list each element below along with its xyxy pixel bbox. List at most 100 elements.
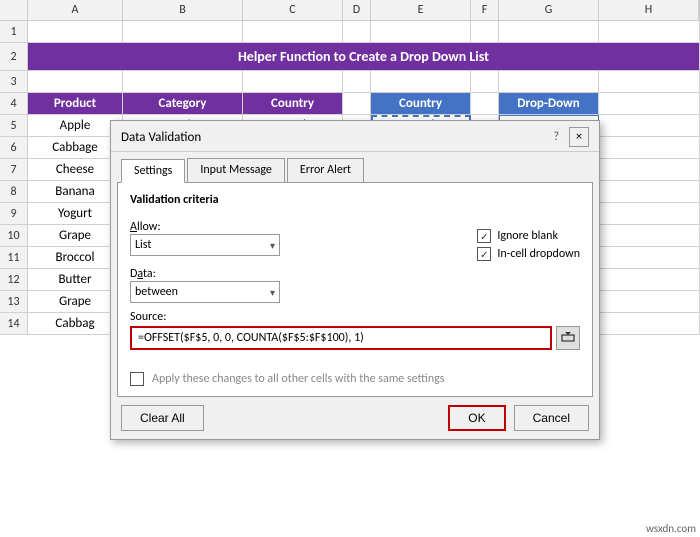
table-row: 1 [0, 21, 700, 43]
source-input[interactable]: =OFFSET($F$5, 0, 0, COUNTA($F$5:$F$100),… [130, 326, 552, 350]
cell-d1[interactable] [343, 21, 371, 42]
ignore-blank-checkbox[interactable]: ✓ [477, 229, 491, 243]
cell-c1[interactable] [243, 21, 343, 42]
source-collapse-button[interactable] [556, 326, 580, 350]
in-cell-dropdown-checkbox[interactable]: ✓ [477, 247, 491, 261]
cell-rest13[interactable] [599, 291, 700, 312]
col-header-d: D [343, 0, 371, 20]
dialog-question-mark[interactable]: ? [553, 130, 559, 144]
dropdown-header-label: Drop-Down [517, 96, 579, 111]
cell-rest8[interactable] [599, 181, 700, 202]
dialog-footer: Clear All OK Cancel [111, 397, 599, 439]
row-num: 4 [0, 93, 28, 114]
row-num: 2 [0, 43, 28, 70]
tab-error-alert[interactable]: Error Alert [287, 158, 364, 182]
row-num: 11 [0, 247, 28, 268]
source-section: Source: =OFFSET($F$5, 0, 0, COUNTA($F$5:… [130, 309, 580, 350]
cell-h1[interactable] [599, 21, 700, 42]
cell-rest6[interactable] [599, 137, 700, 158]
dialog-body: Validation criteria Allow: List ▾ ✓ Igno… [117, 182, 593, 397]
cell-b9[interactable]: Yogurt [28, 203, 123, 224]
row-num: 12 [0, 269, 28, 290]
col-header-b: B [123, 0, 243, 20]
dialog-close-button[interactable]: × [569, 127, 589, 147]
cancel-button[interactable]: Cancel [514, 405, 589, 431]
tab-settings[interactable]: Settings [121, 159, 185, 183]
cell-e4[interactable] [343, 93, 371, 114]
cell-b3[interactable] [123, 71, 243, 92]
data-label: Data: [130, 267, 280, 281]
cell-a3[interactable] [28, 71, 123, 92]
row-num: 10 [0, 225, 28, 246]
country-header-label: Country [271, 96, 314, 111]
row-num: 3 [0, 71, 28, 92]
cell-b11[interactable]: Broccol [28, 247, 123, 268]
source-value-text: =OFFSET($F$5, 0, 0, COUNTA($F$5:$F$100),… [138, 331, 364, 345]
clear-all-button[interactable]: Clear All [121, 405, 204, 431]
cell-rest12[interactable] [599, 269, 700, 290]
cell-b7[interactable]: Cheese [28, 159, 123, 180]
validation-criteria-title: Validation criteria [130, 193, 580, 207]
cell-e1[interactable] [371, 21, 471, 42]
cell-b1[interactable] [123, 21, 243, 42]
cell-d3[interactable] [343, 71, 371, 92]
title-cell: Helper Function to Create a Drop Down Li… [28, 43, 700, 70]
cell-rest10[interactable] [599, 225, 700, 246]
cell-f3[interactable] [471, 71, 499, 92]
row-num: 8 [0, 181, 28, 202]
cell-rest14[interactable] [599, 313, 700, 334]
watermark: wsxdn.com [646, 522, 696, 535]
allow-row: Allow: List ▾ ✓ Ignore blank ✓ In-cell d… [130, 215, 580, 261]
row-num: 6 [0, 137, 28, 158]
col-header-c: C [243, 0, 343, 20]
cell-b14[interactable]: Cabbag [28, 313, 123, 334]
cell-e3[interactable] [371, 71, 471, 92]
apply-label: Apply these changes to all other cells w… [152, 372, 444, 386]
row-num: 5 [0, 115, 28, 136]
cell-f1[interactable] [471, 21, 499, 42]
cell-a1[interactable] [28, 21, 123, 42]
allow-select-arrow: ▾ [270, 239, 275, 252]
cell-rest7[interactable] [599, 159, 700, 180]
cell-rest5[interactable] [599, 115, 700, 136]
tab-input-message[interactable]: Input Message [187, 158, 285, 182]
ok-button[interactable]: OK [448, 405, 505, 431]
dialog-controls: ? × [553, 127, 589, 147]
row-num: 13 [0, 291, 28, 312]
cell-rest9[interactable] [599, 203, 700, 224]
cell-c3[interactable] [243, 71, 343, 92]
data-select-arrow: ▾ [270, 286, 275, 299]
dialog-titlebar: Data Validation ? × [111, 121, 599, 152]
source-input-row: =OFFSET($F$5, 0, 0, COUNTA($F$5:$F$100),… [130, 326, 580, 350]
cell-g4[interactable] [471, 93, 499, 114]
data-select[interactable]: between ▾ [130, 281, 280, 303]
header-country2: Country [371, 93, 471, 114]
cell-g3[interactable] [499, 71, 599, 92]
cell-b5[interactable]: Apple [28, 115, 123, 136]
cell-b8[interactable]: Banana [28, 181, 123, 202]
cell-b13[interactable]: Grape [28, 291, 123, 312]
allow-select[interactable]: List ▾ [130, 234, 280, 256]
cell-b12[interactable]: Butter [28, 269, 123, 290]
dialog-title: Data Validation [121, 130, 201, 145]
cell-g1[interactable] [499, 21, 599, 42]
ignore-blank-label: Ignore blank [497, 229, 558, 243]
apply-row: Apply these changes to all other cells w… [130, 362, 580, 386]
table-row: 2 Helper Function to Create a Drop Down … [0, 43, 700, 71]
cell-rest11[interactable] [599, 247, 700, 268]
cell-b6[interactable]: Cabbage [28, 137, 123, 158]
cell-b10[interactable]: Grape [28, 225, 123, 246]
col-header-h: H [599, 0, 699, 20]
data-validation-dialog: Data Validation ? × Settings Input Messa… [110, 120, 600, 440]
apply-checkbox[interactable] [130, 372, 144, 386]
collapse-icon [561, 331, 575, 345]
column-headers: A B C D E F G H [0, 0, 700, 21]
header-dropdown: Drop-Down [499, 93, 599, 114]
allow-select-value: List [135, 238, 151, 252]
source-label: Source: [130, 310, 166, 324]
data-row: Data: between ▾ [130, 267, 580, 303]
cell-h3[interactable] [599, 71, 700, 92]
cell-rest4[interactable] [599, 93, 700, 114]
category-header-label: Category [159, 96, 207, 111]
data-select-value: between [135, 285, 178, 299]
